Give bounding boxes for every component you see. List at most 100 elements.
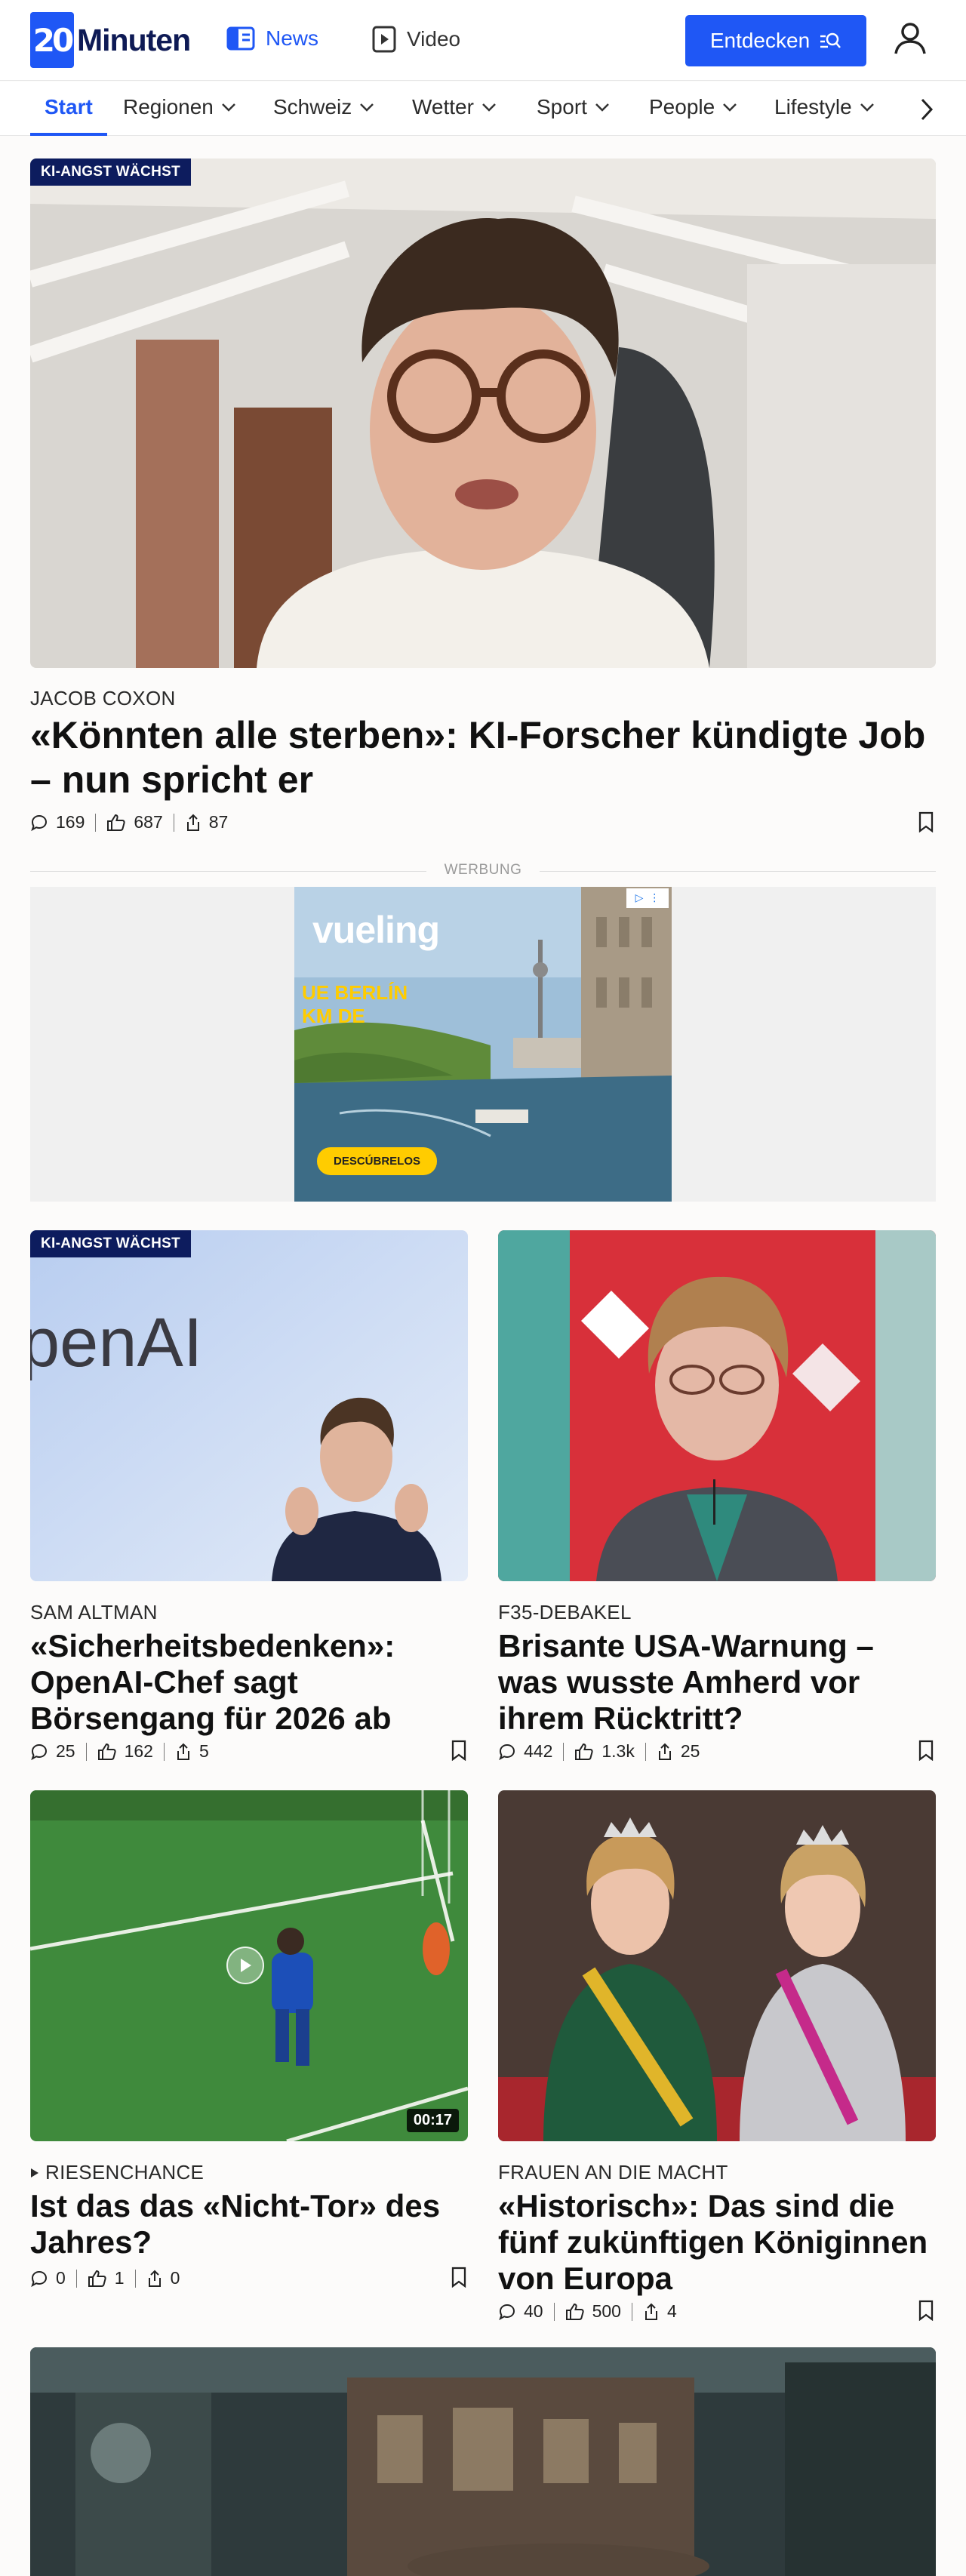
ad-copy: UE BERLÍN KM DE: [302, 981, 408, 1028]
likes-count[interactable]: 1.3k: [574, 1741, 635, 1762]
logo-mark: 20: [30, 12, 74, 68]
article-kicker: SAM ALTMAN: [30, 1601, 158, 1623]
article-kicker: JACOB COXON: [30, 687, 176, 709]
ad-banner[interactable]: vueling UE BERLÍN KM DE DESCÚBRELOS ▷ ⋮: [294, 887, 672, 1202]
comment-icon: [31, 814, 48, 831]
shares-count[interactable]: 4: [643, 2301, 677, 2322]
likes-count[interactable]: 500: [565, 2301, 621, 2322]
chevron-down-icon: [860, 103, 874, 112]
ad-choices-icon[interactable]: ▷ ⋮: [626, 888, 669, 908]
article-kicker: F35-DEBAKEL: [498, 1601, 632, 1623]
bookmark-icon[interactable]: [918, 1740, 934, 1761]
article-kicker: FRAUEN AN DIE MACHT: [498, 2161, 728, 2184]
share-icon: [186, 814, 199, 831]
divider: [163, 1742, 165, 1761]
nav-news-label: News: [266, 26, 319, 50]
article-image-partial[interactable]: [30, 2347, 936, 2576]
article-tag: KI-ANGST WÄCHST: [30, 1230, 191, 1257]
share-icon: [658, 1743, 671, 1760]
article-image-queens[interactable]: [498, 1790, 936, 2141]
likes-count[interactable]: 1: [88, 2268, 125, 2288]
article-tag: KI-ANGST WÄCHST: [30, 158, 191, 186]
user-icon[interactable]: [892, 20, 928, 57]
video-duration: 00:17: [406, 2109, 459, 2132]
tab-schweiz[interactable]: Schweiz: [273, 95, 374, 119]
divider: [553, 2302, 555, 2321]
chevron-down-icon: [221, 103, 235, 112]
ad-label: WERBUNG: [30, 862, 936, 879]
logo-text: Minuten: [77, 22, 191, 57]
thumbs-up-icon: [97, 1743, 116, 1760]
comment-icon: [499, 1743, 515, 1760]
nav-video-label: Video: [407, 27, 461, 51]
divider: [645, 1742, 646, 1761]
article-headline[interactable]: «Sicherheitsbedenken»: OpenAI-Chef sagt …: [30, 1628, 468, 1737]
site-header: 20 Minuten News Video Entdecken: [0, 0, 966, 81]
thumbs-up-icon: [575, 1743, 593, 1760]
tab-wetter[interactable]: Wetter: [412, 95, 497, 119]
divider: [95, 813, 97, 832]
comments-count[interactable]: 40: [498, 2301, 543, 2322]
ad-container: vueling UE BERLÍN KM DE DESCÚBRELOS ▷ ⋮: [30, 887, 936, 1202]
shares-count[interactable]: 25: [657, 1741, 700, 1762]
divider: [85, 1742, 87, 1761]
discover-button-label: Entdecken: [709, 29, 811, 52]
article-headline[interactable]: «Könnten alle sterben»: KI-Forscher künd…: [30, 713, 936, 802]
article-image-altman[interactable]: penAI KI-ANGST WÄCHST: [30, 1230, 468, 1581]
comment-icon: [31, 2270, 48, 2287]
bookmark-icon[interactable]: [918, 2300, 934, 2321]
chevron-down-icon: [595, 103, 609, 112]
share-icon: [177, 1743, 189, 1760]
shares-count[interactable]: 5: [175, 1741, 209, 1762]
chevron-right-icon[interactable]: [915, 97, 938, 122]
article-stats: 169 687 87: [30, 812, 228, 833]
article-image-coxon[interactable]: KI-ANGST WÄCHST: [30, 158, 936, 668]
discover-button[interactable]: Entdecken: [685, 15, 866, 66]
chevron-down-icon: [360, 103, 374, 112]
comments-count[interactable]: 442: [498, 1741, 552, 1762]
video-indicator-icon: [31, 2168, 38, 2177]
ad-brand: vueling: [312, 909, 440, 951]
bookmark-icon[interactable]: [451, 2267, 467, 2288]
play-button[interactable]: [226, 1947, 264, 1984]
shares-count[interactable]: 87: [185, 812, 228, 833]
chevron-down-icon: [482, 103, 496, 112]
news-icon: [226, 26, 255, 51]
comments-count[interactable]: 25: [30, 1741, 75, 1762]
comment-icon: [31, 1743, 48, 1760]
video-icon: [372, 26, 396, 53]
image-text: penAI: [30, 1304, 202, 1381]
logo[interactable]: 20 Minuten: [30, 12, 191, 68]
tab-sport[interactable]: Sport: [537, 95, 610, 119]
article-image-amherd[interactable]: [498, 1230, 936, 1581]
ad-cta-button[interactable]: DESCÚBRELOS: [317, 1147, 438, 1175]
adchoices-triangle-icon: ▷: [635, 892, 644, 904]
share-icon: [148, 2270, 161, 2287]
likes-count[interactable]: 687: [106, 812, 163, 833]
chevron-down-icon: [723, 103, 737, 112]
bookmark-icon[interactable]: [918, 811, 934, 833]
share-icon: [645, 2303, 657, 2320]
bookmark-icon[interactable]: [451, 1740, 467, 1761]
tab-lifestyle[interactable]: Lifestyle: [774, 95, 875, 119]
article-headline[interactable]: Ist das das «Nicht-Tor» des Jahres?: [30, 2188, 468, 2261]
nav-video[interactable]: Video: [372, 26, 460, 53]
play-icon: [241, 1959, 251, 1972]
tab-people[interactable]: People: [649, 95, 737, 119]
category-nav: Start Regionen Schweiz Wetter Sport Peop…: [0, 82, 966, 136]
likes-count[interactable]: 162: [97, 1741, 153, 1762]
comments-count[interactable]: 0: [30, 2268, 66, 2288]
article-stats: 40 500 4: [498, 2301, 677, 2322]
article-headline[interactable]: «Historisch»: Das sind die fünf zukünfti…: [498, 2188, 936, 2297]
search-icon: [820, 32, 841, 48]
article-headline[interactable]: Brisante USA-Warnung – was wusste Amherd…: [498, 1628, 936, 1737]
comments-count[interactable]: 169: [30, 812, 85, 833]
nav-news[interactable]: News: [226, 26, 318, 51]
shares-count[interactable]: 0: [146, 2268, 180, 2288]
tab-start[interactable]: Start: [45, 95, 93, 119]
article-stats: 0 1 0: [30, 2268, 180, 2288]
article-stats: 442 1.3k 25: [498, 1741, 700, 1762]
divider: [134, 2269, 136, 2288]
article-video-thumbnail[interactable]: 00:17: [30, 1790, 468, 2141]
tab-regionen[interactable]: Regionen: [123, 95, 236, 119]
